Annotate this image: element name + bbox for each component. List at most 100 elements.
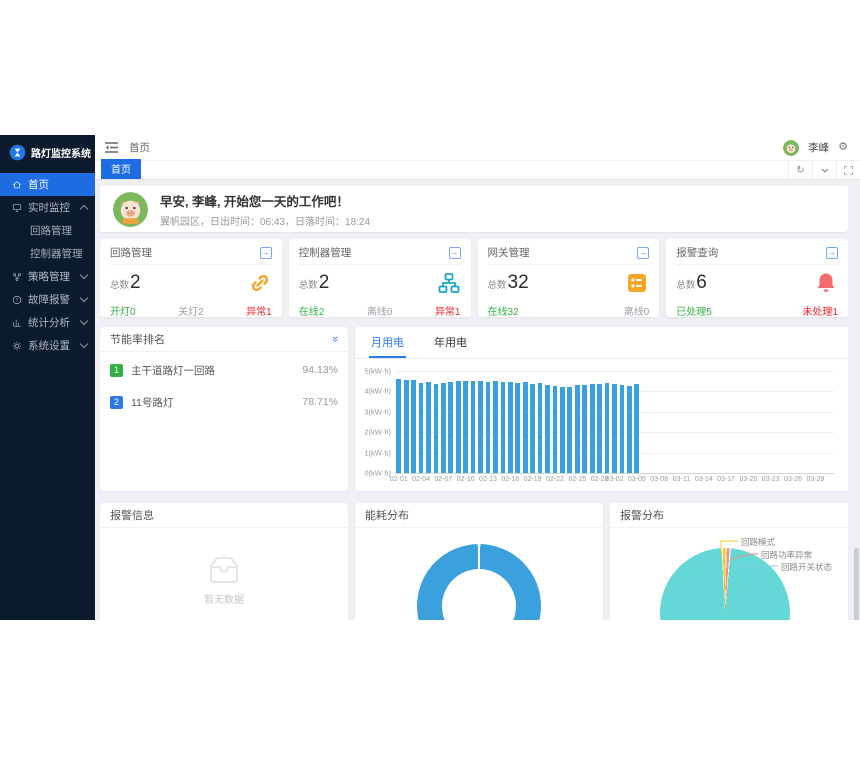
app-window: 路灯监控系统 首页 实时监控 回路管理 (0, 135, 860, 620)
middle-row: 节能率排名 » 1 主干道路灯一回路 94.13% 2 11号路灯 78.71% (100, 327, 848, 491)
sidebar-item-label: 实时监控 (28, 200, 70, 215)
card-arrow-link-icon[interactable]: → (449, 247, 461, 259)
bar-chart: 5(kW·h)4(kW·h)3(kW·h)2(kW·h)1(kW·h)0(kW·… (359, 365, 840, 489)
bar-chart-icon (11, 317, 22, 328)
main-area: 首页 李峰 ⚙ 首页 ↻ (95, 135, 860, 620)
usage-tabs: 月用电 年用电 (355, 327, 848, 359)
panel-title: 报警信息 (110, 507, 154, 523)
stat-unhandled: 未处理1 (802, 303, 838, 318)
logo-icon (9, 144, 26, 161)
empty-state: 暂无数据 (100, 556, 348, 606)
total-value: 32 (508, 272, 529, 293)
rank-badge: 2 (110, 396, 123, 409)
energy-distribution-panel: 能耗分布 (355, 503, 603, 620)
sitemap-icon (437, 271, 461, 295)
energy-donut-chart (417, 544, 541, 620)
sidebar-item-label: 故障报警 (28, 292, 70, 307)
app-logo: 路灯监控系统 (0, 135, 95, 169)
pie-callout-lines (610, 528, 848, 620)
bar-chart-plot: 5(kW·h)4(kW·h)3(kW·h)2(kW·h)1(kW·h)0(kW·… (395, 371, 834, 473)
greeting-card: 早安, 李峰, 开始您一天的工作吧！ 翼帆园区，日出时间：06:43，日落时间：… (100, 186, 848, 232)
total-label: 总数 (676, 280, 695, 291)
sidebar-subitem-controller-mgmt[interactable]: 控制器管理 (0, 242, 95, 265)
ranking-row-2: 2 11号路灯 78.71% (100, 388, 348, 416)
stat-offline: 离线0 (367, 303, 393, 318)
greeting-avatar (113, 192, 148, 227)
greeting-subtitle: 翼帆园区，日出时间：06:43，日落时间：18:24 (160, 213, 370, 228)
content-area: 早安, 李峰, 开始您一天的工作吧！ 翼帆园区，日出时间：06:43，日落时间：… (95, 180, 860, 620)
sidebar-item-label: 首页 (28, 177, 49, 192)
user-avatar[interactable] (783, 140, 799, 156)
tab-options-chevron-icon[interactable] (812, 161, 836, 179)
rank-value: 78.71% (302, 396, 338, 408)
rank-badge: 1 (110, 364, 123, 377)
sidebar-item-statistics[interactable]: 统计分析 (0, 311, 95, 334)
stat-lights-off: 关灯2 (178, 303, 204, 318)
sidebar-item-label: 系统设置 (28, 338, 70, 353)
sidebar-item-label: 统计分析 (28, 315, 70, 330)
top-header: 首页 李峰 ⚙ (95, 135, 860, 161)
pie-label-power-abnormal: 回路功率异常 (761, 549, 812, 561)
alert-circle-icon (11, 294, 22, 305)
user-name[interactable]: 李峰 (808, 140, 829, 155)
stat-online: 在线2 (299, 303, 325, 318)
sidebar-item-strategy-mgmt[interactable]: 策略管理 (0, 265, 95, 288)
chevron-down-icon (80, 317, 88, 325)
sidebar-subitem-label: 控制器管理 (30, 246, 83, 261)
rank-name: 11号路灯 (131, 395, 173, 410)
tab-monthly-usage[interactable]: 月用电 (369, 327, 406, 358)
fullscreen-icon[interactable] (836, 161, 860, 179)
sidebar-collapse-icon[interactable] (103, 140, 119, 156)
total-label: 总数 (110, 280, 129, 291)
tab-yearly-usage[interactable]: 年用电 (432, 327, 469, 358)
settings-gear-icon[interactable]: ⚙ (838, 142, 848, 153)
sidebar: 路灯监控系统 首页 实时监控 回路管理 (0, 135, 95, 620)
ranking-row-1: 1 主干道路灯一回路 94.13% (100, 356, 348, 384)
greeting-texts: 早安, 李峰, 开始您一天的工作吧！ 翼帆园区，日出时间：06:43，日落时间：… (160, 191, 370, 228)
pie-label-switch-status: 回路开关状态 (781, 561, 832, 573)
total-label: 总数 (488, 280, 507, 291)
stat-abnormal: 异常1 (435, 303, 461, 318)
stat-offline: 离线0 (624, 303, 650, 318)
tab-bar: 首页 ↻ (95, 161, 860, 180)
panel-title: 能耗分布 (365, 507, 409, 523)
bell-icon (814, 271, 838, 295)
total-value: 6 (696, 272, 707, 293)
total-value: 2 (319, 272, 330, 293)
link-icon (248, 271, 272, 295)
card-controller-mgmt: 控制器管理 → 总数2 (289, 239, 471, 317)
card-title: 回路管理 (110, 245, 152, 260)
rank-name: 主干道路灯一回路 (131, 363, 215, 378)
panel-title: 节能率排名 (110, 331, 165, 347)
stat-abnormal: 异常1 (246, 303, 272, 318)
sidebar-item-realtime-monitor[interactable]: 实时监控 (0, 196, 95, 219)
alarm-info-panel: 报警信息 暂无数据 (100, 503, 348, 620)
sidebar-subitem-circuit-mgmt[interactable]: 回路管理 (0, 219, 95, 242)
card-title: 网关管理 (488, 245, 530, 260)
alarm-pie-chart: 回路模式 回路功率异常 回路开关状态 (610, 528, 848, 620)
stat-handled: 已处理5 (676, 303, 712, 318)
refresh-icon[interactable]: ↻ (788, 161, 812, 179)
scrollbar-thumb[interactable] (854, 548, 859, 620)
sidebar-item-fault-alarm[interactable]: 故障报警 (0, 288, 95, 311)
breadcrumb[interactable]: 首页 (129, 140, 150, 155)
strategy-icon (11, 271, 22, 282)
card-arrow-link-icon[interactable]: → (826, 247, 838, 259)
sidebar-subitem-label: 回路管理 (30, 223, 72, 238)
tab-home[interactable]: 首页 (101, 159, 141, 179)
chevron-down-icon (80, 271, 88, 279)
power-usage-panel: 月用电 年用电 5(kW·h)4(kW·h)3(kW·h)2(kW·h)1(kW… (355, 327, 848, 491)
card-title: 报警查询 (676, 245, 718, 260)
sidebar-item-settings[interactable]: 系统设置 (0, 334, 95, 357)
expand-double-chevron-icon[interactable]: » (329, 336, 341, 342)
card-arrow-link-icon[interactable]: → (260, 247, 272, 259)
home-icon (11, 179, 22, 190)
card-arrow-link-icon[interactable]: → (637, 247, 649, 259)
screen: 路灯监控系统 首页 实时监控 回路管理 (0, 0, 860, 760)
sidebar-item-home[interactable]: 首页 (0, 173, 95, 196)
panel-title: 报警分布 (620, 507, 664, 523)
stat-online: 在线32 (488, 303, 519, 318)
energy-saving-ranking-panel: 节能率排名 » 1 主干道路灯一回路 94.13% 2 11号路灯 78.71% (100, 327, 348, 491)
gear-icon (11, 340, 22, 351)
alarm-distribution-panel: 报警分布 回路模式 回路功率异常 回路开关状态 (610, 503, 848, 620)
